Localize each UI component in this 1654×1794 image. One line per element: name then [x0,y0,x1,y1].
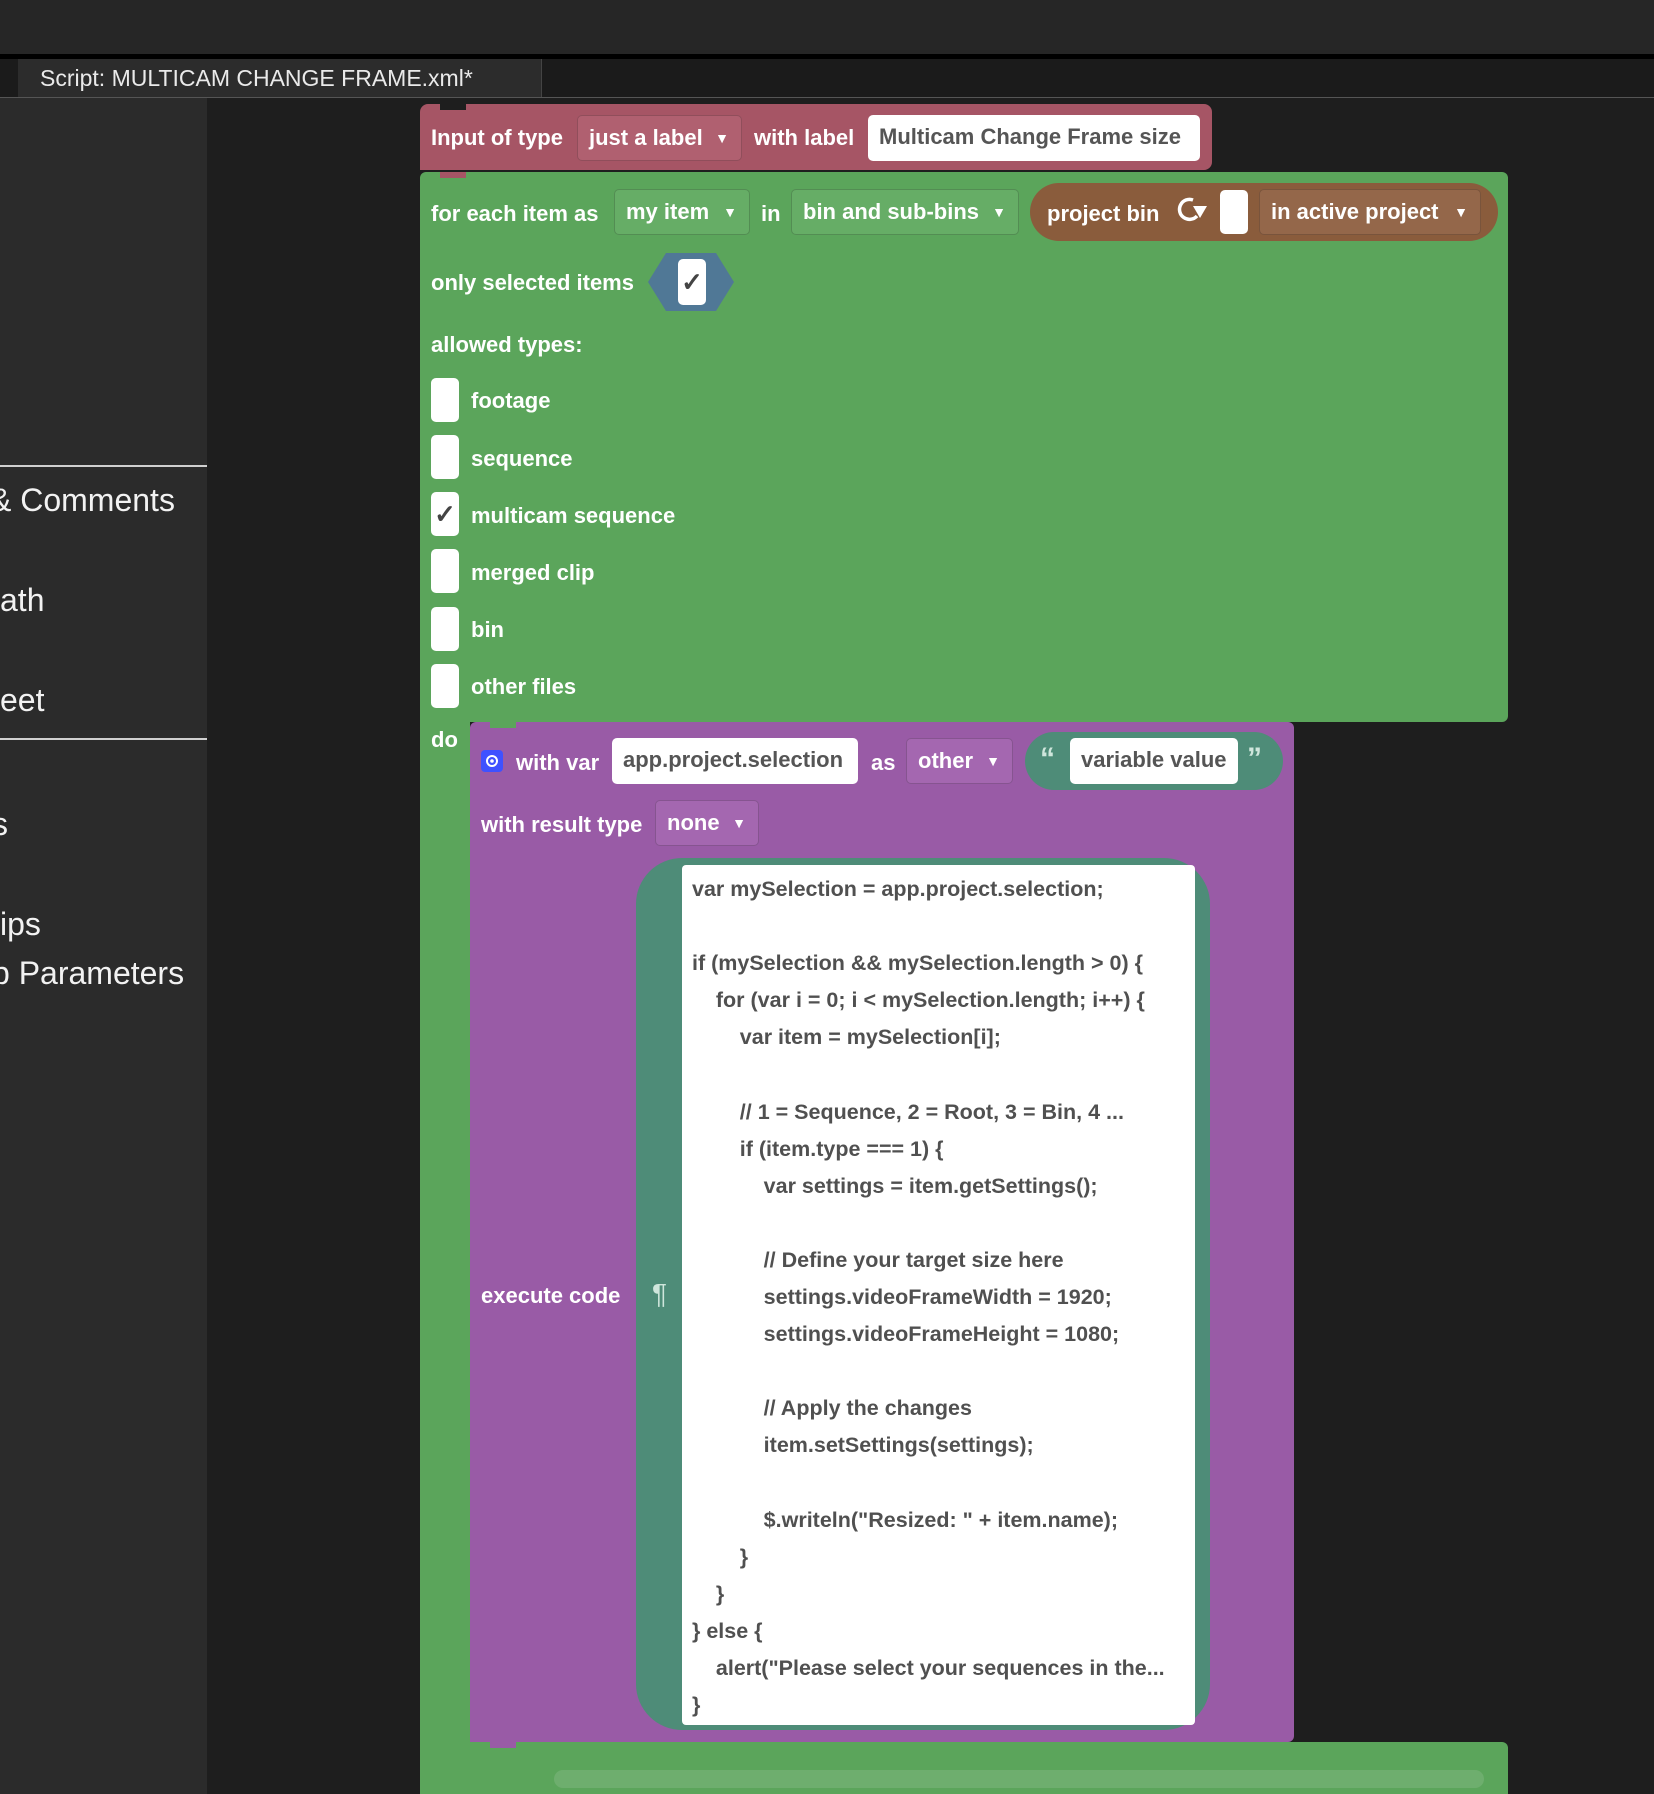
var-type-value: other [918,748,973,773]
close-quote-icon: ” [1247,742,1262,775]
foreach-scope-dropdown[interactable]: bin and sub-bins ▼ [791,189,1019,235]
foreach-block-notch [440,172,466,178]
allowed-types-label: allowed types: [431,332,583,357]
foreach-bottom-scroll [554,1770,1484,1788]
type-other-files-checkbox[interactable] [431,664,459,708]
sidebar-item-sheet[interactable]: eet [0,682,44,719]
top-bar [0,0,1654,59]
sidebar-item-clips[interactable]: ips [0,906,41,943]
with-label-label: with label [754,125,855,150]
foreach-scope-value: bin and sub-bins [803,199,979,224]
sidebar-item-comments[interactable]: & Comments [0,482,175,519]
input-type-dropdown[interactable]: just a label ▼ [577,115,742,161]
sidebar-divider [0,738,207,740]
with-var-notch [490,722,516,728]
foreach-var-value: my item [626,199,710,224]
code-editor[interactable]: var mySelection = app.project.selection;… [682,865,1195,1725]
project-bin-label: project bin [1047,201,1160,226]
execute-code-label: execute code [481,1283,621,1308]
chevron-down-icon: ▼ [986,753,1000,769]
type-merged-clip-checkbox[interactable] [431,549,459,593]
chevron-down-icon: ▼ [1454,204,1468,220]
gear-icon[interactable] [481,750,503,772]
sidebar: & Comments ath eet s ips p Parameters [0,98,207,1794]
project-scope-value: in active project [1271,199,1439,224]
foreach-in-label: in [761,201,781,226]
type-sequence-checkbox[interactable] [431,435,459,479]
project-scope-dropdown[interactable]: in active project ▼ [1259,189,1481,235]
type-footage-label: footage [471,388,551,413]
var-type-dropdown[interactable]: other ▼ [906,738,1013,784]
type-other-files-label: other files [471,674,577,699]
with-var-label: with var [516,750,600,775]
input-type-value: just a label [589,125,703,150]
as-label: as [871,750,896,775]
type-bin-label: bin [471,617,504,642]
type-footage-checkbox[interactable] [431,378,459,422]
chevron-down-icon: ▼ [732,815,746,831]
sidebar-item-parameters[interactable]: p Parameters [0,955,184,992]
var-value-field[interactable]: variable value [1070,738,1238,784]
sidebar-item-s[interactable]: s [0,806,8,843]
input-type-label: Input of type [431,125,563,150]
foreach-left-rail [420,720,470,1744]
do-label: do [431,727,458,752]
sidebar-divider [0,465,207,467]
with-var-bottom-notch [490,1742,516,1748]
foreach-label: for each item as [431,201,599,226]
type-sequence-label: sequence [471,446,573,471]
tab-script[interactable]: Script: MULTICAM CHANGE FRAME.xml* [18,59,542,97]
only-selected-checkbox[interactable]: ✓ [678,259,706,305]
chevron-down-icon: ▼ [723,204,737,220]
tab-strip: Script: MULTICAM CHANGE FRAME.xml* [0,59,1654,98]
label-input-field[interactable]: Multicam Change Frame size [868,115,1200,161]
type-multicam-checkbox[interactable]: ✓ [431,492,459,536]
result-type-dropdown[interactable]: none ▼ [655,800,759,846]
type-bin-checkbox[interactable] [431,607,459,651]
pilcrow-icon: ¶ [652,1278,668,1309]
refresh-icon[interactable] [1173,194,1211,226]
result-type-label: with result type [481,812,643,837]
project-bin-slot[interactable] [1220,190,1248,234]
sidebar-item-path[interactable]: ath [0,582,44,619]
foreach-block[interactable] [420,172,1508,722]
open-quote-icon: “ [1040,742,1055,775]
type-multicam-label: multicam sequence [471,503,676,528]
chevron-down-icon: ▼ [992,204,1006,220]
foreach-var-dropdown[interactable]: my item ▼ [614,189,750,235]
chevron-down-icon: ▼ [715,130,729,146]
var-name-field[interactable]: app.project.selection [612,738,858,784]
result-type-value: none [667,810,720,835]
type-merged-clip-label: merged clip [471,560,595,585]
input-block-notch [440,104,466,110]
only-selected-label: only selected items [431,270,634,295]
